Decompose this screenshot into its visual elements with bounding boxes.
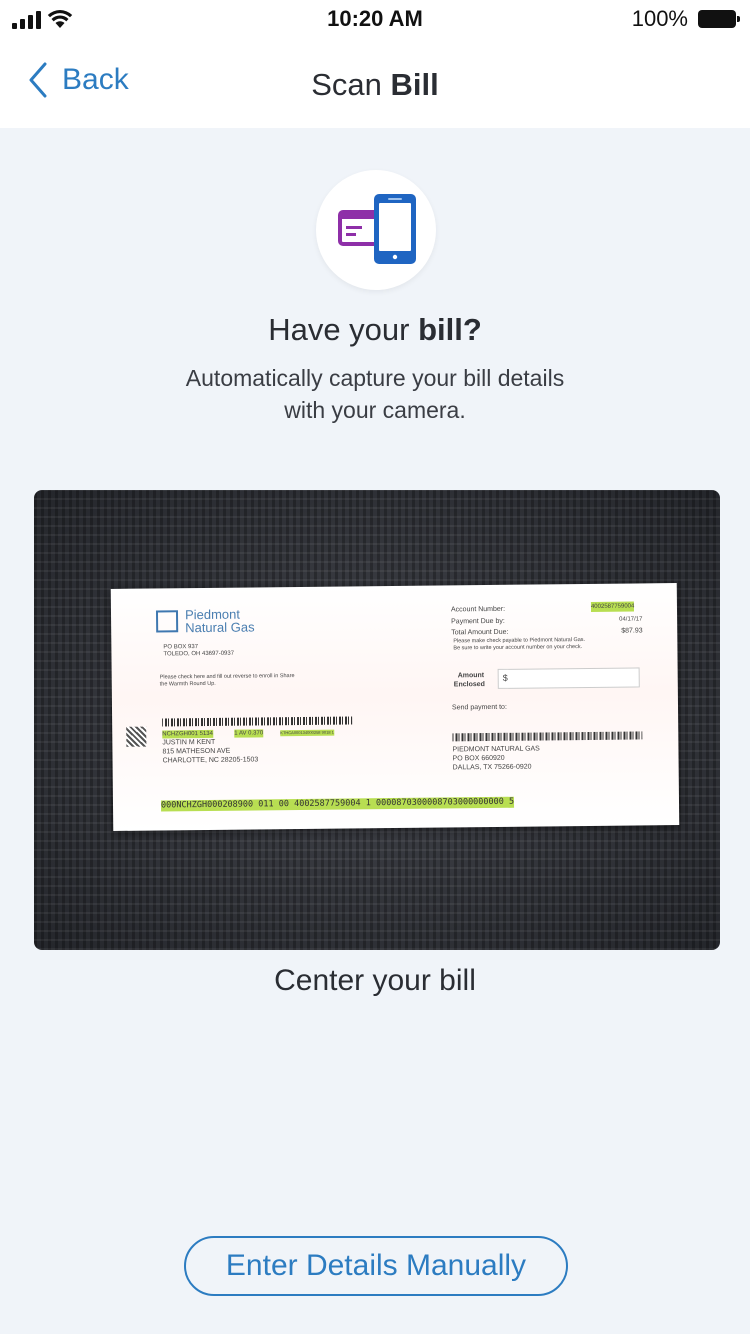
headline: Have your bill? <box>0 312 750 348</box>
company-logo-icon <box>155 610 179 633</box>
payment-due-value: 04/17/17 <box>619 616 643 623</box>
remit-barcode <box>452 731 643 742</box>
battery-icon <box>698 10 740 28</box>
account-number-label: Account Number: <box>450 605 506 614</box>
amount-box <box>497 667 640 689</box>
subtext: Automatically capture your bill details … <box>185 365 565 423</box>
amount-label-2: Enclosed <box>453 681 485 689</box>
share-note-2: the Warmth Round Up. <box>159 680 216 688</box>
remit-name: PIEDMONT NATURAL GAS <box>452 745 540 754</box>
customer-code-2: 1 AV 0.370 <box>234 729 264 738</box>
amount-dollar: $ <box>502 672 508 683</box>
company-city: TOLEDO, OH 43697-0937 <box>163 650 235 658</box>
share-note-1: Please check here and fill out reverse t… <box>159 673 295 681</box>
remit-city: DALLAS, TX 75266-0920 <box>452 763 532 772</box>
page-title-regular: Scan <box>311 67 391 102</box>
page-title: Scan Bill <box>0 67 750 103</box>
payment-due-label: Payment Due by: <box>451 617 505 626</box>
center-bill-caption: Center your bill <box>274 964 476 997</box>
enter-details-manually-button[interactable]: Enter Details Manually <box>184 1236 568 1296</box>
send-payment-label: Send payment to: <box>451 703 507 712</box>
customer-barcode <box>162 716 353 727</box>
page-title-bold: Bill <box>390 67 439 102</box>
status-bar: 10:20 AM 100% <box>0 0 750 40</box>
check-note-2: Be sure to write your account number on … <box>453 644 583 652</box>
headline-regular: Have your <box>268 312 419 347</box>
qr-code-icon <box>126 726 147 747</box>
battery-percentage: 100% <box>631 6 688 31</box>
customer-city: CHARLOTTE, NC 28205-1503 <box>162 756 259 765</box>
headline-bold: bill? <box>418 312 482 347</box>
camera-preview: Piedmont Natural Gas PO BOX 937 TOLEDO, … <box>34 490 720 950</box>
customer-code-3: KTHCA000134000258 9018 1 <box>280 729 334 737</box>
bill-scan-icon <box>316 170 436 290</box>
company-name-line2: Natural Gas <box>185 619 255 636</box>
account-number-value: 4002587759004 <box>590 601 635 612</box>
status-right: 100% <box>631 6 740 32</box>
scan-line: 000NCHZGH000208900 011 00 4002587759004 … <box>160 796 515 812</box>
total-due-label: Total Amount Due: <box>451 628 509 637</box>
total-due-value: $87.93 <box>621 627 643 635</box>
navigation-bar: Back Scan Bill <box>0 40 750 128</box>
bill-document: Piedmont Natural Gas PO BOX 937 TOLEDO, … <box>110 583 680 831</box>
bill-scan-graphic <box>338 194 416 264</box>
